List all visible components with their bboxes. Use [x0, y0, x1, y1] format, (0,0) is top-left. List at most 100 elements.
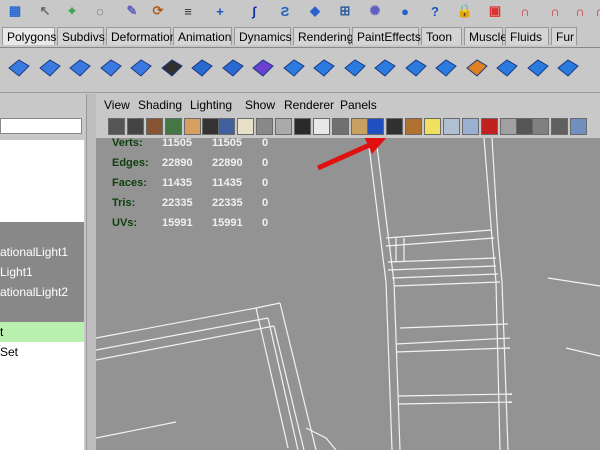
extrude-icon[interactable]	[338, 51, 372, 85]
grid-icon[interactable]	[184, 118, 201, 135]
film-gate-icon[interactable]	[202, 118, 219, 135]
outliner-item[interactable]: ationalLight2	[0, 282, 84, 302]
snap-icon[interactable]: ⌖	[62, 1, 82, 21]
outliner-item[interactable]	[0, 222, 84, 242]
hud-value: 22890	[162, 157, 193, 169]
sphere-icon[interactable]: ●	[395, 1, 415, 21]
menu-lighting[interactable]: Lighting	[190, 98, 232, 112]
xray-icon[interactable]	[462, 118, 479, 135]
cylinder-icon[interactable]	[94, 51, 128, 85]
red-cube-icon[interactable]	[500, 118, 517, 135]
film-icon[interactable]	[127, 118, 144, 135]
lock-icon[interactable]: 🔒	[455, 1, 475, 21]
hud-value: 22335	[162, 197, 193, 209]
outliner-item[interactable]: Light1	[0, 262, 84, 282]
tab-deformation[interactable]: Deformation	[106, 27, 176, 45]
outliner-item[interactable]: t	[0, 322, 84, 342]
frame-icon[interactable]	[516, 118, 533, 135]
tab-subdivs[interactable]: Subdivs	[57, 27, 105, 45]
outliner-item[interactable]	[0, 302, 84, 322]
camera-icon[interactable]	[108, 118, 125, 135]
tab-muscle[interactable]: Muscle	[464, 27, 507, 45]
isolate-icon[interactable]	[481, 118, 498, 135]
append-icon[interactable]	[490, 51, 524, 85]
image-plane-icon[interactable]	[165, 118, 182, 135]
history-icon[interactable]: ⟳	[148, 1, 168, 21]
magnet-icon[interactable]: ∩	[515, 1, 535, 21]
paint-icon[interactable]: ✎	[122, 1, 142, 21]
plane-icon[interactable]	[2, 51, 36, 85]
circle-icon[interactable]	[155, 51, 189, 85]
magnet-icon[interactable]: ∩	[590, 1, 600, 21]
menu-view[interactable]: View	[104, 98, 130, 112]
bounding-box-icon[interactable]	[351, 118, 368, 135]
curve-icon[interactable]: ʃ	[244, 1, 264, 21]
texture-icon[interactable]	[424, 118, 441, 135]
cube-icon[interactable]: ◆	[305, 1, 325, 21]
mesh-icon[interactable]	[124, 51, 158, 85]
menu-shading[interactable]: Shading	[138, 98, 182, 112]
shelf	[0, 48, 600, 93]
hud-label: Verts:	[112, 137, 143, 149]
bookmark-icon[interactable]	[146, 118, 163, 135]
ortho-icon[interactable]	[570, 118, 587, 135]
fuzzy-icon[interactable]: ✺	[365, 1, 385, 21]
hud-value: 11435	[212, 177, 242, 189]
hud-value: 0	[262, 217, 269, 229]
magnet-icon[interactable]: ∩	[570, 1, 590, 21]
textured-icon[interactable]	[313, 118, 330, 135]
wedge-icon[interactable]	[399, 51, 433, 85]
shaded-dark-icon[interactable]	[405, 118, 422, 135]
flat-shade-icon[interactable]	[332, 118, 349, 135]
hud-value: 11505	[212, 137, 242, 149]
box-icon[interactable]	[532, 118, 549, 135]
outliner-item[interactable]: ationalLight1	[0, 242, 84, 262]
shaded-cube-icon[interactable]	[367, 118, 384, 135]
grid-icon[interactable]: ▦	[5, 1, 25, 21]
grid-view-icon[interactable]	[551, 118, 568, 135]
field-chart-icon[interactable]	[256, 118, 273, 135]
lasso-icon[interactable]: ◌	[90, 1, 110, 21]
poke-icon[interactable]	[521, 51, 555, 85]
tab-polygons[interactable]: Polygons	[2, 27, 56, 45]
plus-icon[interactable]: +	[210, 1, 230, 21]
outliner-list: ationalLight1 Light1 ationalLight2 t Set	[0, 140, 84, 450]
tab-dynamics[interactable]: Dynamics	[234, 27, 292, 45]
hud-value: 22890	[212, 157, 243, 169]
tab-painteffects[interactable]: PaintEffects	[352, 27, 421, 45]
menu-show[interactable]: Show	[245, 98, 275, 112]
cut-icon[interactable]	[368, 51, 402, 85]
tab-rendering[interactable]: Rendering	[293, 27, 353, 45]
wireframe-icon[interactable]	[275, 118, 292, 135]
split-icon[interactable]	[216, 51, 250, 85]
fill-icon[interactable]	[460, 51, 494, 85]
safe-action-icon[interactable]	[237, 118, 254, 135]
bevel-icon[interactable]	[307, 51, 341, 85]
outliner-filter-input[interactable]	[0, 118, 82, 134]
help-icon[interactable]: ?	[425, 1, 445, 21]
smooth-icon[interactable]	[277, 51, 311, 85]
render-icon[interactable]: ▣	[485, 1, 505, 21]
chamfer-icon[interactable]	[551, 51, 585, 85]
snap-grid-icon[interactable]: ⊞	[335, 1, 355, 21]
combine-icon[interactable]	[246, 51, 280, 85]
outliner-item[interactable]: Set	[0, 342, 84, 362]
tab-toon[interactable]: Toon	[421, 27, 462, 45]
menu-renderer[interactable]: Renderer	[284, 98, 334, 112]
shaded-blue-icon[interactable]	[386, 118, 403, 135]
spiral-icon[interactable]: Ƨ	[275, 1, 295, 21]
extract-icon[interactable]	[185, 51, 219, 85]
menu-icon[interactable]: ≡	[178, 1, 198, 21]
menu-panels[interactable]: Panels	[340, 98, 377, 112]
tab-fur[interactable]: Fur	[551, 27, 577, 45]
light-icon[interactable]	[443, 118, 460, 135]
select-icon[interactable]: ↖	[35, 1, 55, 21]
tab-fluids[interactable]: Fluids	[505, 27, 549, 45]
tab-animation[interactable]: Animation	[173, 27, 232, 45]
torus-icon[interactable]	[33, 51, 67, 85]
magnet-icon[interactable]: ∩	[545, 1, 565, 21]
pyramid-icon[interactable]	[63, 51, 97, 85]
smooth-shade-icon[interactable]	[294, 118, 311, 135]
bridge-icon[interactable]	[429, 51, 463, 85]
resolution-icon[interactable]	[218, 118, 235, 135]
